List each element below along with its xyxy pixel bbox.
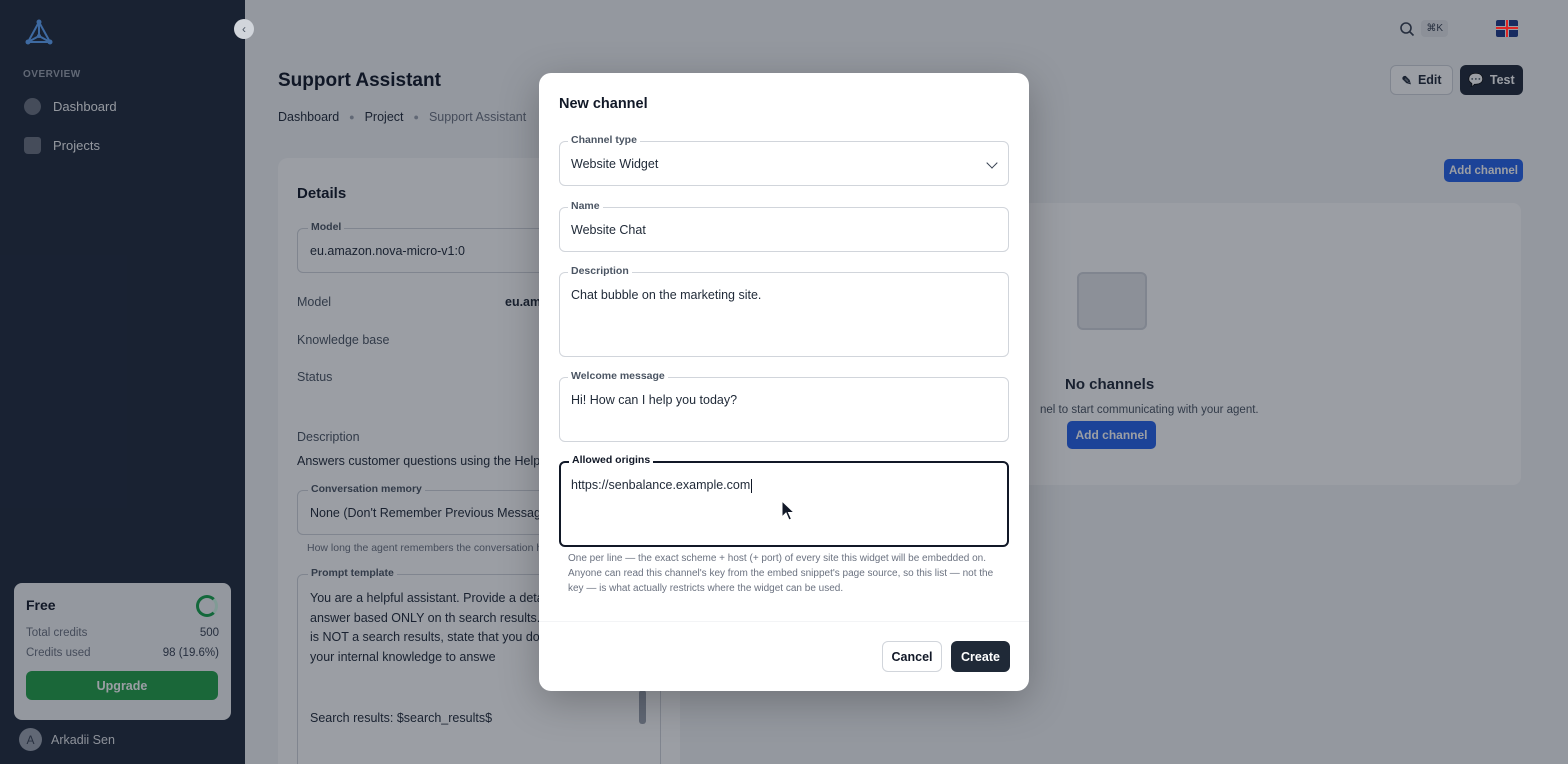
welcome-message-label: Welcome message <box>568 370 668 382</box>
description-label: Description <box>568 265 632 277</box>
channel-type-value: Website Widget <box>571 157 659 171</box>
dialog-title: New channel <box>559 96 648 112</box>
welcome-message-field[interactable]: Welcome message Hi! How can I help you t… <box>559 370 1009 442</box>
dialog-divider <box>539 621 1029 622</box>
channel-type-select[interactable]: Channel type Website Widget <box>559 134 1009 186</box>
create-button[interactable]: Create <box>951 641 1010 672</box>
allowed-origins-value: https://senbalance.example.com <box>571 478 753 493</box>
cancel-button[interactable]: Cancel <box>882 641 942 672</box>
name-label: Name <box>568 200 603 212</box>
text-caret <box>751 478 753 493</box>
welcome-message-value: Hi! How can I help you today? <box>571 393 738 407</box>
collapse-sidebar-button[interactable]: ‹ <box>234 19 254 39</box>
allowed-origins-help: One per line — the exact scheme + host (… <box>568 553 994 594</box>
name-field[interactable]: Name Website Chat <box>559 200 1009 252</box>
name-value: Website Chat <box>571 223 646 237</box>
description-field[interactable]: Description Chat bubble on the marketing… <box>559 265 1009 357</box>
mouse-cursor-icon <box>781 500 796 521</box>
chevron-left-icon: ‹ <box>242 22 246 36</box>
new-channel-dialog: New channel Channel type Website Widget … <box>539 73 1029 691</box>
allowed-origins-label: Allowed origins <box>569 454 654 466</box>
channel-type-label: Channel type <box>568 134 640 146</box>
chevron-down-icon <box>986 157 998 169</box>
description-value: Chat bubble on the marketing site. <box>571 288 762 302</box>
allowed-origins-text: https://senbalance.example.com <box>571 478 751 492</box>
